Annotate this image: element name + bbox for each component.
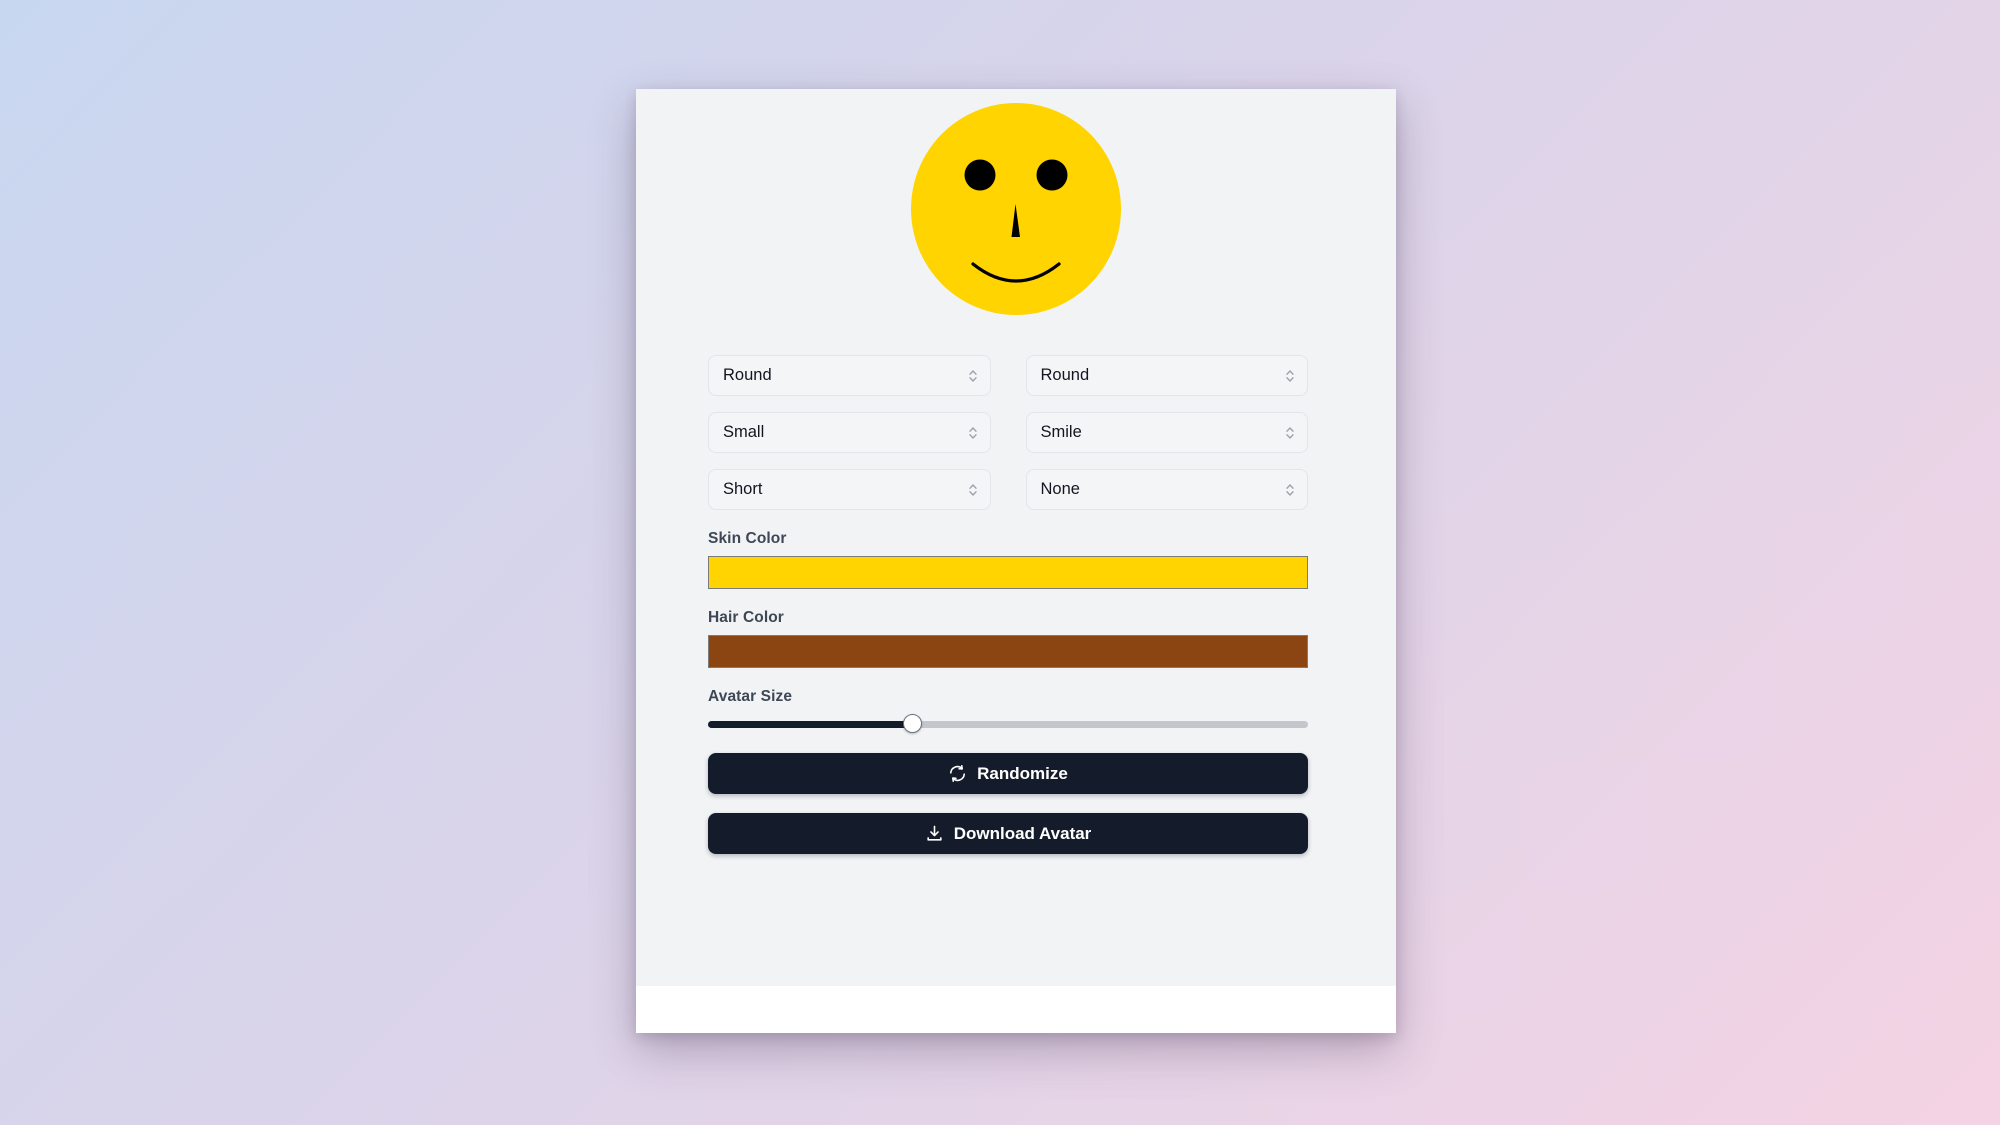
hair-color-label: Hair Color: [708, 609, 784, 626]
randomize-button-label: Randomize: [977, 763, 1068, 783]
smiley-face-avatar: [911, 103, 1121, 315]
slider-thumb[interactable]: [902, 714, 922, 733]
controls-panel: Round Round Small Smile Short None Skin …: [708, 355, 1308, 854]
download-avatar-button[interactable]: Download Avatar: [708, 813, 1308, 854]
slider-fill: [708, 721, 912, 728]
skin-color-label: Skin Color: [708, 530, 787, 547]
avatar-size-label: Avatar Size: [708, 688, 793, 705]
skin-color-picker[interactable]: [708, 556, 1308, 589]
app-viewport: Round Round Small Smile Short None Skin …: [636, 89, 1396, 986]
select-eye-shape-value[interactable]: Round: [1025, 355, 1308, 396]
select-accessories[interactable]: None: [1025, 469, 1308, 510]
avatar-size-slider[interactable]: [708, 714, 1308, 734]
select-grid: Round Round Small Smile Short None: [708, 355, 1308, 510]
select-eye-size[interactable]: Small: [708, 412, 991, 453]
refresh-icon: [950, 765, 966, 782]
select-face-shape-value[interactable]: Round: [708, 355, 991, 396]
hair-color-group: Hair Color: [708, 609, 1308, 668]
avatar-size-group: Avatar Size: [708, 688, 1308, 734]
download-avatar-button-label: Download Avatar: [953, 823, 1092, 843]
app-window: Round Round Small Smile Short None Skin …: [636, 89, 1396, 1033]
select-mouth-style[interactable]: Smile: [1025, 412, 1308, 453]
select-hair-style-value[interactable]: Short: [708, 469, 991, 510]
window-bottom-strip: [636, 986, 1396, 1033]
select-face-shape[interactable]: Round: [708, 355, 991, 396]
download-icon: [927, 825, 942, 841]
select-eye-size-value[interactable]: Small: [708, 412, 991, 453]
select-eye-shape[interactable]: Round: [1025, 355, 1308, 396]
skin-color-group: Skin Color: [708, 530, 1308, 589]
select-accessories-value[interactable]: None: [1025, 469, 1308, 510]
hair-color-picker[interactable]: [708, 635, 1308, 668]
select-hair-style[interactable]: Short: [708, 469, 991, 510]
select-mouth-style-value[interactable]: Smile: [1025, 412, 1308, 453]
randomize-button[interactable]: Randomize: [708, 753, 1308, 794]
avatar-preview-stage: [636, 89, 1396, 329]
